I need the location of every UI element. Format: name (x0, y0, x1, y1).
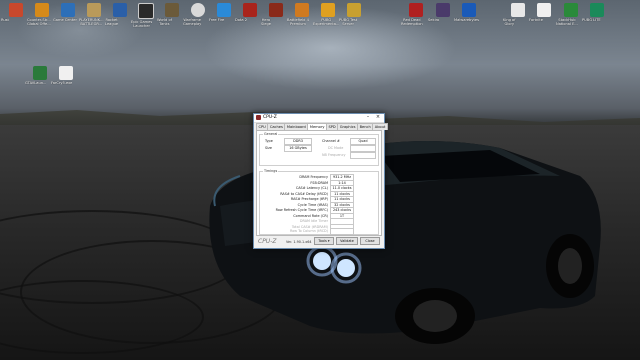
epic-games-icon (138, 3, 154, 19)
type-label: Type (265, 139, 273, 143)
pubg-test-icon (321, 3, 335, 17)
cpuz-brand: CPU-Z (258, 238, 277, 245)
sekiro-icon (436, 3, 450, 17)
cpuz-window[interactable]: CPU-Z – × CPU Caches Mainboard Memory SP… (253, 113, 388, 249)
battlefield-icon (295, 3, 309, 17)
nb-frequency-value (350, 152, 376, 159)
desktop: Rust Counter-Str... Global Offe... Game … (0, 0, 640, 360)
pubg-lite2-icon (590, 3, 604, 17)
close-icon[interactable]: × (373, 114, 383, 121)
farcry5-icon (59, 66, 73, 80)
desktop-icon-fortnite[interactable]: Fortnite (529, 3, 559, 37)
desktop-icon-pubg-lite[interactable]: PUBG LITE (582, 3, 612, 37)
tab-mainboard[interactable]: Mainboard (284, 123, 309, 130)
version-label: Ver. 1.90.1.x64 (286, 240, 312, 244)
king-of-glory-icon (511, 3, 525, 17)
tab-graphics[interactable]: Graphics (337, 123, 359, 130)
desktop-icon-red-dead[interactable]: Red Dead Redemption (401, 3, 431, 37)
cpuz-title: CPU-Z (263, 115, 277, 120)
tools-button[interactable]: Tools ▾ (314, 237, 334, 245)
general-group: General Type DDR3 Size 16 GBytes Channel… (259, 132, 379, 166)
timing-label: Total CAS# (tRDRAM) (291, 224, 328, 229)
counter-strike-icon (35, 3, 49, 17)
tab-bench[interactable]: Bench (357, 123, 374, 130)
chevron-down-icon: ▾ (327, 239, 330, 243)
desktop-icon-malwarebytes[interactable]: Malwarebytes (454, 3, 484, 37)
tab-caches[interactable]: Caches (267, 123, 286, 130)
fortnite-icon (537, 3, 551, 17)
timings-group-label: Timings (263, 169, 279, 173)
free-fire-icon (217, 3, 231, 17)
timing-label: DRAM Idle Timer (299, 219, 328, 223)
warframe-icon (191, 3, 205, 17)
tab-about[interactable]: About (372, 123, 388, 130)
close-button[interactable]: Close (360, 237, 380, 245)
timing-label: Row To Column (tRCD) (290, 229, 328, 233)
stackhub-icon (564, 3, 578, 17)
timing-label: CAS# Latency (CL) (295, 186, 328, 190)
channel-value: Quad (350, 138, 376, 145)
memory-panel: General Type DDR3 Size 16 GBytes Channel… (256, 130, 382, 236)
dc-mode-label: DC Mode (328, 146, 344, 150)
size-label: Size (265, 146, 272, 150)
nb-frequency-label: NB Frequency (322, 153, 346, 157)
hero-siege-icon (269, 3, 283, 17)
rust-icon (9, 3, 23, 17)
malwarebytes-icon (462, 3, 476, 17)
desktop-icon-pubg-test-server[interactable]: PUBG Test Server (339, 3, 369, 37)
world-of-tanks-icon (165, 3, 179, 17)
timing-label: Row Refresh Cycle Time (tRFC) (275, 208, 328, 212)
size-value: 16 GBytes (284, 145, 312, 152)
timing-value (330, 228, 354, 235)
type-value: DDR3 (284, 138, 312, 145)
timing-label: DRAM Frequency (299, 175, 328, 179)
general-group-label: General (263, 132, 279, 136)
timing-label: Cycle Time (tRAS) (297, 202, 328, 207)
channel-label: Channel # (322, 139, 340, 143)
cpuz-tabs: CPU Caches Mainboard Memory SPD Graphics… (256, 123, 388, 131)
timing-label: RAS# to CAS# Delay (tRCD) (280, 191, 328, 196)
cpuz-app-icon (256, 115, 261, 120)
pubg-lite-icon (347, 3, 361, 17)
cpuz-footer: CPU-Z Ver. 1.90.1.x64 Tools ▾ Validate C… (256, 236, 380, 246)
minimize-icon[interactable]: – (363, 114, 373, 121)
dc-mode-value (350, 145, 376, 152)
timings-group: Timings DRAM Frequency 931.2 MHz FSB:DRA… (259, 169, 379, 235)
red-dead-icon (409, 3, 423, 17)
desktop-icon-farcry5[interactable]: FarCry5.exe (51, 66, 81, 100)
tools-label: Tools (318, 239, 327, 243)
validate-button[interactable]: Validate (336, 237, 358, 245)
gtav-icon (33, 66, 47, 80)
timing-label: RAS# Precharge (tRP) (290, 197, 328, 201)
timing-label: Command Rate (CR) (293, 213, 328, 218)
playerunknown-icon (87, 3, 101, 17)
game-center-icon (61, 3, 75, 17)
cpuz-titlebar[interactable]: CPU-Z – × (254, 114, 384, 123)
dota2-icon (243, 3, 257, 17)
rocket-league-icon (113, 3, 127, 17)
timing-label: FSB:DRAM (310, 180, 328, 185)
